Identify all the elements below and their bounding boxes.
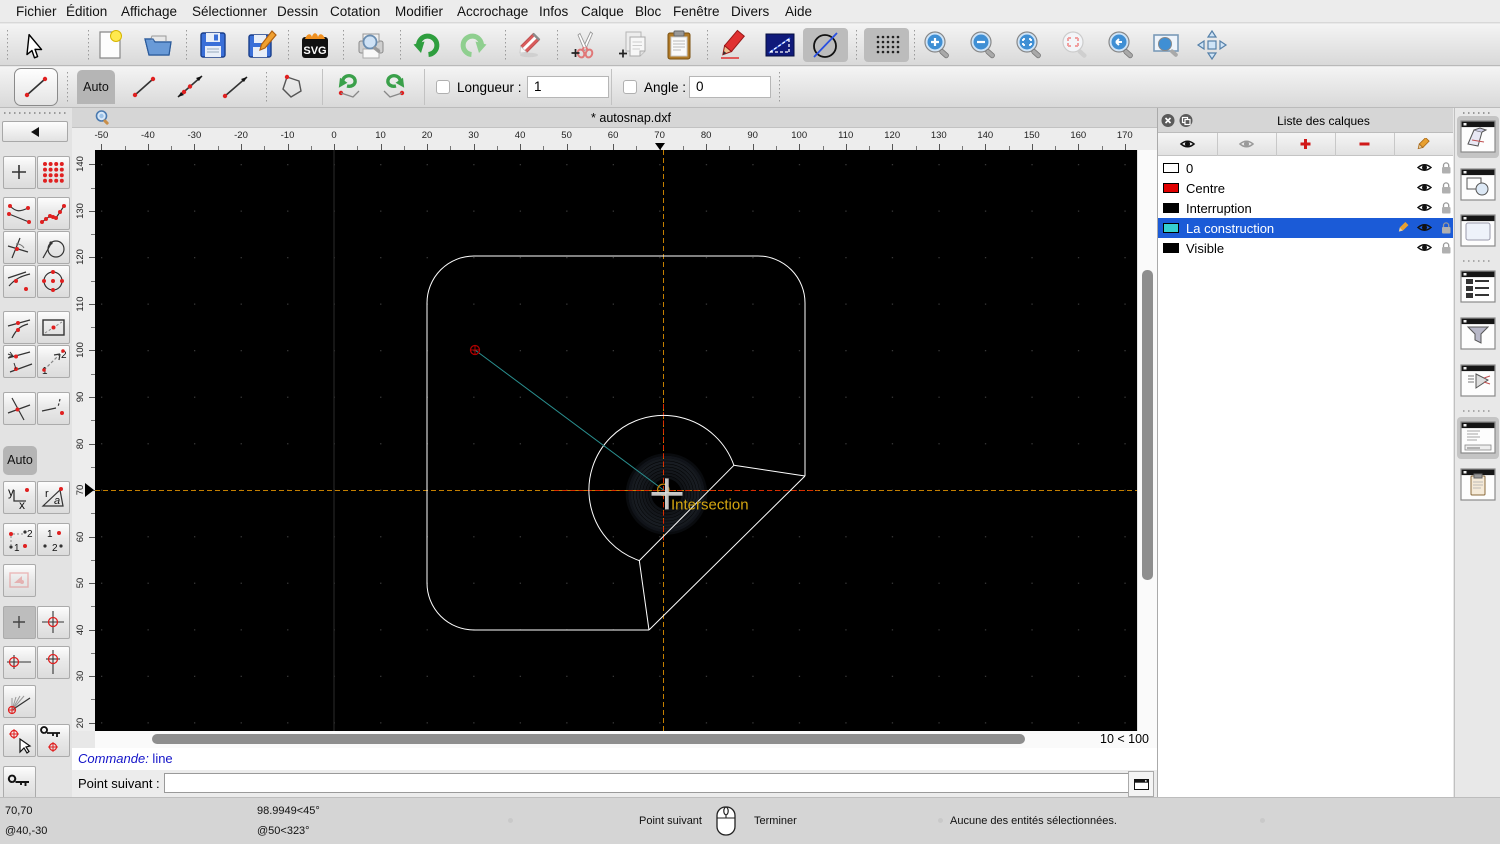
svg-text:x: x bbox=[19, 498, 25, 512]
svg-text:1: 1 bbox=[47, 529, 53, 540]
svg-text:r: r bbox=[45, 488, 49, 500]
svg-text:2: 2 bbox=[52, 543, 58, 554]
svg-text:a: a bbox=[54, 495, 60, 507]
svg-text:1: 1 bbox=[42, 366, 48, 377]
svg-text:y: y bbox=[8, 485, 14, 499]
svg-text:SVG: SVG bbox=[303, 45, 326, 57]
svg-text:2: 2 bbox=[27, 529, 33, 540]
svg-text:Intersection: Intersection bbox=[671, 497, 749, 514]
svg-text:1: 1 bbox=[14, 543, 20, 554]
